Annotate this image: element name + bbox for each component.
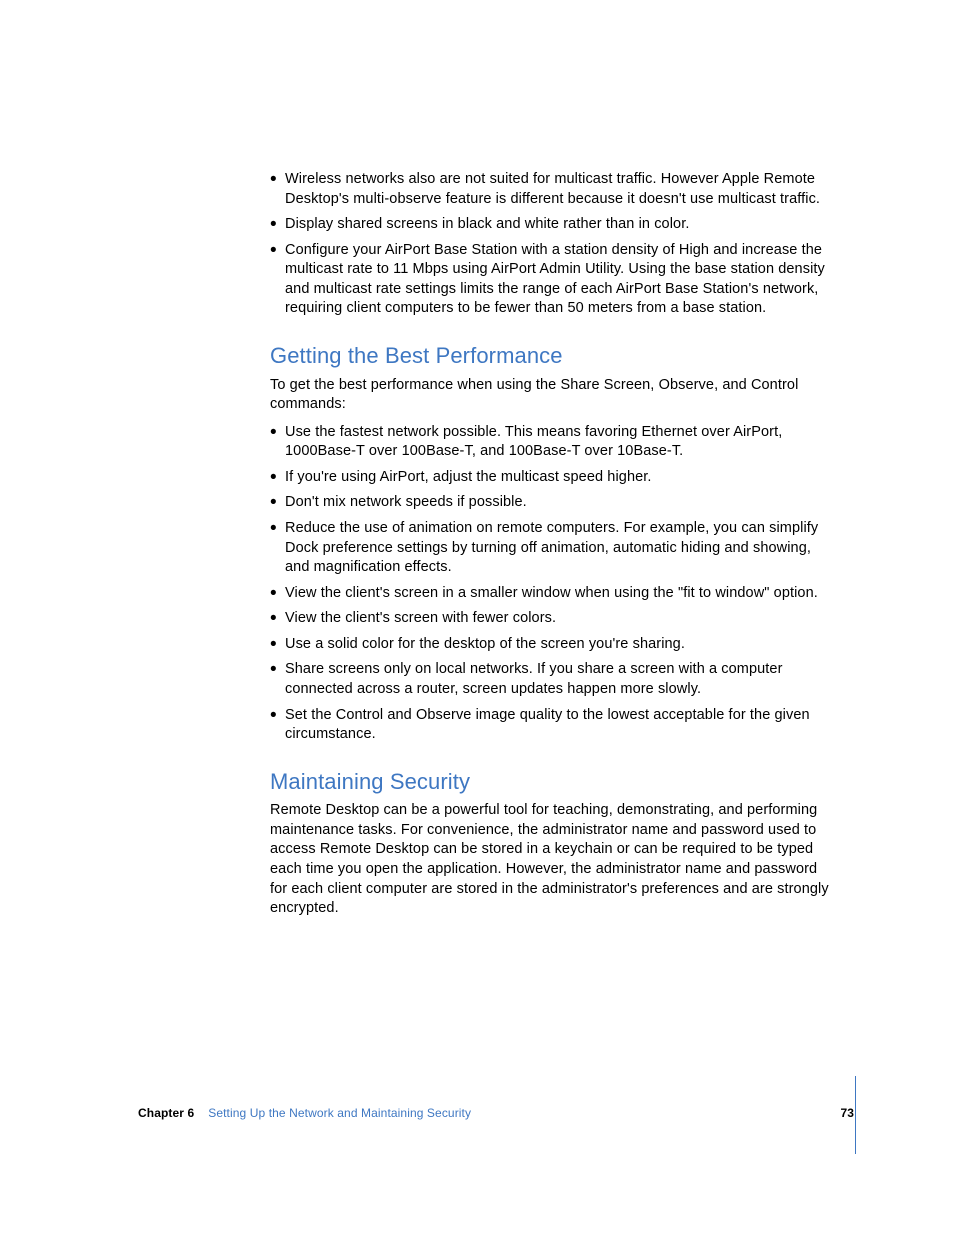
list-item: View the client's screen in a smaller wi… bbox=[270, 584, 835, 604]
list-item: Reduce the use of animation on remote co… bbox=[270, 519, 835, 578]
chapter-label: Chapter 6 bbox=[138, 1106, 194, 1120]
heading-security: Maintaining Security bbox=[270, 767, 835, 797]
page-number: 73 bbox=[840, 1106, 854, 1120]
list-item: If you're using AirPort, adjust the mult… bbox=[270, 468, 835, 488]
performance-bullet-list: Use the fastest network possible. This m… bbox=[270, 423, 835, 745]
list-item: Use the fastest network possible. This m… bbox=[270, 423, 835, 462]
list-item: Use a solid color for the desktop of the… bbox=[270, 635, 835, 655]
list-item: Display shared screens in black and whit… bbox=[270, 215, 835, 235]
list-item: Share screens only on local networks. If… bbox=[270, 660, 835, 699]
heading-performance: Getting the Best Performance bbox=[270, 341, 835, 371]
page-footer: Chapter 6 Setting Up the Network and Mai… bbox=[138, 1106, 854, 1120]
list-item: Don't mix network speeds if possible. bbox=[270, 493, 835, 513]
list-item: Set the Control and Observe image qualit… bbox=[270, 706, 835, 745]
list-item: Wireless networks also are not suited fo… bbox=[270, 170, 835, 209]
security-body: Remote Desktop can be a powerful tool fo… bbox=[270, 801, 835, 918]
list-item: View the client's screen with fewer colo… bbox=[270, 609, 835, 629]
list-item: Configure your AirPort Base Station with… bbox=[270, 241, 835, 319]
performance-intro: To get the best performance when using t… bbox=[270, 376, 835, 415]
page-content: Wireless networks also are not suited fo… bbox=[270, 170, 835, 925]
decorative-edge-line bbox=[855, 1076, 856, 1154]
footer-left: Chapter 6 Setting Up the Network and Mai… bbox=[138, 1106, 471, 1120]
chapter-title: Setting Up the Network and Maintaining S… bbox=[208, 1106, 471, 1120]
top-bullet-list: Wireless networks also are not suited fo… bbox=[270, 170, 835, 319]
